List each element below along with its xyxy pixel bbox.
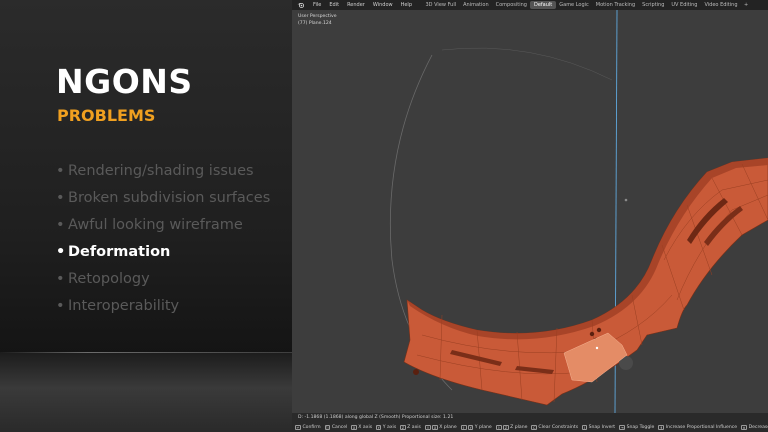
bullet-item: • Interoperability	[56, 295, 270, 322]
keymap-hint: ⎋ Cancel	[324, 424, 348, 430]
tab-default[interactable]: Default	[530, 1, 556, 9]
keymap-hint: ZZ axis	[400, 424, 421, 430]
bullet-dot-icon: •	[56, 271, 65, 287]
key-icon: X	[351, 424, 357, 430]
tab-scripting[interactable]: Scripting	[639, 1, 668, 9]
view-perspective-label: User Perspective	[298, 14, 337, 19]
slide-floor-reflection	[0, 352, 292, 432]
bullet-text: Rendering/shading issues	[68, 163, 254, 179]
key-icon: ⇟	[741, 424, 748, 430]
bullet-item: • Broken subdivision surfaces	[56, 187, 270, 214]
tab-animation[interactable]: Animation	[460, 1, 493, 9]
bullet-text: Interoperability	[68, 298, 180, 314]
tab-uv-editing[interactable]: UV Editing	[668, 1, 701, 9]
keymap-hint: ↵ Confirm	[295, 424, 321, 430]
add-workspace-button[interactable]: +	[741, 2, 751, 8]
key-icon: ⇞	[658, 424, 665, 430]
keymap-hint: ⇞ Increase Proportional Influence	[658, 424, 738, 430]
keymap-hint-label: Clear Constraints	[538, 424, 579, 430]
menu-file[interactable]: File	[309, 2, 325, 8]
keymap-hint-label: Snap Toggle	[626, 424, 655, 430]
key-icon: X	[432, 424, 438, 430]
keymap-hint: ⇥ Snap Toggle	[619, 424, 655, 430]
workspace-tabs: 3D View Full Animation Compositing Default G…	[422, 1, 741, 9]
proportional-influence-circle-right	[441, 47, 613, 81]
bullet-text: Retopology	[68, 271, 150, 287]
keymap-hint-label: Increase Proportional Influence	[665, 424, 738, 430]
keymap-hint: XX axis	[351, 424, 373, 430]
key-icon: Z	[503, 424, 509, 430]
keymap-hint-label: Decrease	[748, 424, 768, 430]
tab-video-editing[interactable]: Video Editing	[701, 1, 741, 9]
key-icon: Y	[376, 424, 382, 430]
bullet-dot-icon: •	[56, 163, 65, 179]
bullet-text: Broken subdivision surfaces	[68, 190, 271, 206]
object-stats-label: (77) Plane.124	[298, 21, 332, 26]
key-icon: Z	[400, 424, 406, 430]
keymap-hint-label: X axis	[358, 424, 373, 430]
keymap-hint: YY axis	[376, 424, 397, 430]
keymap-hint: C Clear Constraints	[531, 424, 579, 430]
key-icon: I	[582, 424, 588, 430]
bullet-item: • Awful looking wireframe	[56, 214, 270, 241]
keymap-hint-label: Z plane	[510, 424, 528, 430]
blender-window: File Edit Render Window Help 3D View Full Ani…	[292, 0, 768, 432]
key-icon: ⎋	[324, 424, 331, 430]
keymap-hint-label: Confirm	[302, 424, 321, 430]
bullet-item: • Deformation	[56, 241, 270, 268]
bullet-dot-icon: •	[56, 190, 65, 206]
keymap-hint-label: X plane	[439, 424, 457, 430]
key-icon: ⇧	[424, 424, 431, 430]
keymap-hints: ↵ Confirm ⎋ Cancel X X axis Y Y axis Z Z axis ⇧ X X …	[295, 423, 768, 431]
key-icon: ⇧	[495, 424, 502, 430]
pivot-dot	[624, 198, 628, 202]
slide-title: NGONS	[56, 62, 193, 101]
menu-help[interactable]: Help	[397, 2, 416, 8]
tab-compositing[interactable]: Compositing	[492, 1, 530, 9]
bullet-text: Awful looking wireframe	[68, 217, 243, 233]
keymap-hint: ⇟ Decrease	[741, 424, 768, 430]
bullet-dot-icon: •	[56, 217, 65, 233]
bullet-dot-icon: •	[56, 298, 65, 314]
selected-vertex[interactable]	[595, 346, 599, 350]
keymap-hint: I Snap Invert	[582, 424, 616, 430]
mesh-scene[interactable]	[292, 10, 768, 413]
keymap-hint-label: Y axis	[382, 424, 397, 430]
main-menu: File Edit Render Window Help	[309, 2, 416, 8]
keymap-hint-label: Y plane	[474, 424, 492, 430]
key-icon: C	[531, 424, 537, 430]
slide-panel: NGONS PROBLEMS • Rendering/shading issues…	[0, 0, 292, 432]
slide-subtitle: PROBLEMS	[57, 106, 156, 125]
menu-window[interactable]: Window	[369, 2, 397, 8]
tab-motion-tracking[interactable]: Motion Tracking	[592, 1, 638, 9]
tab-3d-view-full[interactable]: 3D View Full	[422, 1, 460, 9]
tab-game-logic[interactable]: Game Logic	[556, 1, 593, 9]
bullet-text: Deformation	[68, 244, 171, 260]
bullet-item: • Rendering/shading issues	[56, 160, 270, 187]
keymap-hint-label: Z axis	[407, 424, 421, 430]
bullet-list: • Rendering/shading issues • Broken subdivi…	[56, 160, 270, 322]
blender-logo-icon[interactable]	[297, 2, 305, 8]
keymap-hint: ⇧ Y Y plane	[460, 424, 492, 430]
top-menu-bar: File Edit Render Window Help 3D View Full Ani…	[292, 0, 768, 10]
key-icon: ⇧	[460, 424, 467, 430]
3d-viewport[interactable]: User Perspective (77) Plane.124	[292, 10, 768, 413]
bullet-dot-icon: •	[56, 244, 66, 260]
bullet-item: • Retopology	[56, 268, 270, 295]
keymap-hint: ⇧ Z Z plane	[495, 424, 528, 430]
keymap-hint: ⇧ X X plane	[424, 424, 457, 430]
viewport-overlay-info: User Perspective (77) Plane.124	[298, 13, 337, 27]
transform-info: D: -1.1868 (1.1868) along global Z (Smoo…	[298, 415, 454, 420]
key-icon: ↵	[295, 424, 301, 430]
keymap-hint-label: Cancel	[331, 424, 348, 430]
menu-render[interactable]: Render	[343, 2, 369, 8]
keymap-hint-label: Snap Invert	[588, 424, 616, 430]
menu-edit[interactable]: Edit	[325, 2, 343, 8]
key-icon: Y	[468, 424, 474, 430]
key-icon: ⇥	[619, 424, 626, 430]
status-bar: D: -1.1868 (1.1868) along global Z (Smoo…	[292, 413, 768, 432]
